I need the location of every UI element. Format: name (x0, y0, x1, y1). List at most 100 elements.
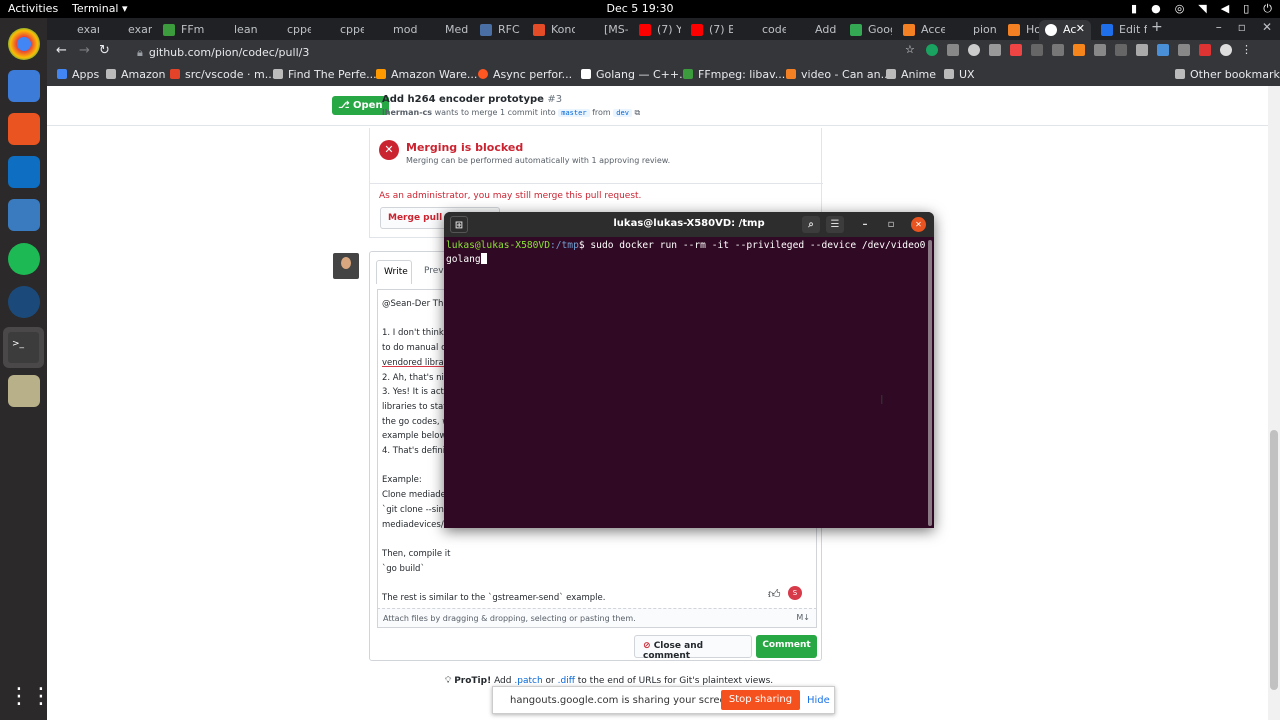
extension-icon[interactable] (1115, 44, 1127, 56)
spotify-icon[interactable] (8, 243, 40, 275)
show-apps-icon[interactable]: ⋮⋮ (8, 684, 52, 716)
browser-tab[interactable]: pion/ (949, 20, 997, 40)
browser-tab[interactable]: leand (210, 20, 258, 40)
bookmark-item[interactable]: Find The Perfe... (273, 68, 377, 81)
copy-icon[interactable]: ⧉ (634, 108, 640, 117)
browser-tab[interactable]: Add c (791, 20, 839, 40)
extension-icon[interactable] (1157, 44, 1169, 56)
base-branch[interactable]: master (558, 109, 590, 117)
bookmark-item[interactable]: video - Can an... (786, 68, 891, 81)
browser-tab[interactable]: Acces (897, 20, 945, 40)
diff-link[interactable]: .diff (558, 676, 575, 686)
browser-tab[interactable]: modu (369, 20, 417, 40)
browser-tab[interactable]: exam (104, 20, 152, 40)
bookmark-folder[interactable]: UX (944, 68, 975, 81)
avatar[interactable] (333, 253, 359, 279)
terminal-output[interactable]: lukas@lukas-X580VD:/tmp$ sudo docker run… (446, 240, 928, 266)
extension-icon[interactable] (1052, 44, 1064, 56)
hamburger-menu-icon[interactable]: ☰ (826, 216, 844, 233)
browser-tab[interactable]: codec (738, 20, 786, 40)
comment-button[interactable]: Comment (756, 635, 817, 658)
minimize-icon[interactable]: – (856, 216, 874, 233)
bookmark-item[interactable]: FFmpeg: libav... (683, 68, 785, 81)
pr-subtitle: lherman-cs wants to merge 1 commit into … (382, 108, 640, 118)
scrollbar-thumb[interactable] (1270, 430, 1278, 690)
close-window-icon[interactable]: ✕ (1262, 20, 1272, 34)
browser-tab[interactable]: RFC 6 (474, 20, 522, 40)
extension-icon[interactable] (1178, 44, 1190, 56)
extension-icon[interactable] (947, 44, 959, 56)
terminal-titlebar[interactable]: ⊞ lukas@lukas-X580VD: /tmp ⌕ ☰ – ▫ ✕ (444, 212, 934, 237)
bookmark-item[interactable]: src/vscode · m... (170, 68, 275, 81)
thumbs-up-icon[interactable]: 👍︎ (768, 587, 781, 602)
search-icon[interactable]: ⌕ (802, 216, 820, 233)
browser-tab[interactable]: (7) Yo (633, 20, 681, 40)
browser-tab[interactable]: cppe (316, 20, 364, 40)
extension-icon[interactable] (989, 44, 1001, 56)
extension-icon[interactable] (1031, 44, 1043, 56)
extension-icon[interactable] (1136, 44, 1148, 56)
software-icon[interactable] (8, 113, 40, 145)
address-bar[interactable]: 🔒︎ github.com/pion/codec/pull/3 (127, 42, 927, 62)
clock[interactable]: Dec 5 19:30 (0, 2, 1280, 15)
browser-tab[interactable]: (7) Br (685, 20, 733, 40)
maximize-icon[interactable]: ▫ (882, 216, 900, 233)
extension-icon[interactable] (1199, 44, 1211, 56)
tab-write[interactable]: Write (376, 260, 412, 284)
reload-icon[interactable]: ↻ (99, 43, 110, 58)
browser-tab[interactable]: FFmp (157, 20, 205, 40)
bookmark-item[interactable]: Golang — C++... (581, 68, 690, 81)
browser-tab[interactable]: cppe (263, 20, 311, 40)
profile-avatar[interactable] (1220, 44, 1232, 56)
bookmark-item[interactable]: Async perfor... (478, 68, 572, 81)
virtualbox-icon[interactable] (8, 199, 40, 231)
pr-author[interactable]: lherman-cs (382, 108, 432, 117)
grammar-check-icon[interactable]: S (788, 586, 802, 600)
browser-tab-active[interactable]: Ac ✕ (1039, 20, 1091, 40)
hide-button[interactable]: Hide (807, 695, 830, 706)
minimize-icon[interactable]: – (1216, 20, 1222, 34)
tab-preview[interactable]: Prev (424, 266, 444, 276)
github-icon (1045, 24, 1057, 36)
system-tray[interactable]: ▮ ● ◎ ◥ ◀ ▯ ⏻ (1131, 2, 1272, 16)
chrome-icon[interactable] (8, 28, 40, 60)
close-tab-icon[interactable]: ✕ (1076, 22, 1085, 35)
files-icon[interactable] (8, 70, 40, 102)
terminal-dock-item[interactable]: >_ (3, 327, 44, 368)
other-bookmarks[interactable]: Other bookmarks (1175, 68, 1280, 81)
metamask-icon[interactable] (1073, 44, 1085, 56)
steam-icon[interactable] (8, 286, 40, 318)
bookmark-item[interactable]: Amazon Ware... (376, 68, 477, 81)
extension-icon[interactable] (1010, 44, 1022, 56)
terminal-window[interactable]: ⊞ lukas@lukas-X580VD: /tmp ⌕ ☰ – ▫ ✕ luk… (444, 212, 934, 528)
extension-icon[interactable] (926, 44, 938, 56)
page-scrollbar[interactable] (1268, 86, 1280, 720)
patch-link[interactable]: .patch (514, 676, 542, 686)
maximize-icon[interactable]: ▫ (1238, 20, 1246, 34)
extension-icon[interactable] (1094, 44, 1106, 56)
attach-files-area[interactable]: Attach files by dragging & dropping, sel… (377, 608, 817, 628)
close-and-comment-button[interactable]: ⊘ Close and comment (634, 635, 752, 661)
browser-tab[interactable]: exam (53, 20, 99, 40)
menu-kebab-icon[interactable]: ⋮ (1241, 44, 1253, 56)
terminal-scrollbar[interactable] (928, 240, 932, 526)
browser-tab[interactable]: [MS-I (580, 20, 628, 40)
browser-tab[interactable]: Edit f (1095, 20, 1147, 40)
new-tab-button[interactable]: + (1151, 19, 1163, 35)
head-branch[interactable]: dev (613, 109, 632, 117)
bookmark-apps[interactable]: Apps (57, 68, 99, 81)
browser-tab[interactable]: Goog (844, 20, 892, 40)
bookmark-folder[interactable]: Anime (886, 68, 936, 81)
browser-tab[interactable]: Kono (527, 20, 575, 40)
extension-icon[interactable] (968, 44, 980, 56)
bookmark-folder[interactable]: Amazon (106, 68, 165, 81)
markdown-icon[interactable]: M↓ (796, 613, 810, 622)
browser-tab[interactable]: Medi (421, 20, 469, 40)
vscode-icon[interactable] (8, 156, 40, 188)
text-editor-icon[interactable] (8, 375, 40, 407)
star-icon[interactable]: ☆ (905, 44, 917, 56)
back-icon[interactable]: ← (56, 43, 67, 58)
close-icon[interactable]: ✕ (911, 217, 926, 232)
forward-icon[interactable]: → (79, 43, 90, 58)
stop-sharing-button[interactable]: Stop sharing (721, 690, 800, 710)
